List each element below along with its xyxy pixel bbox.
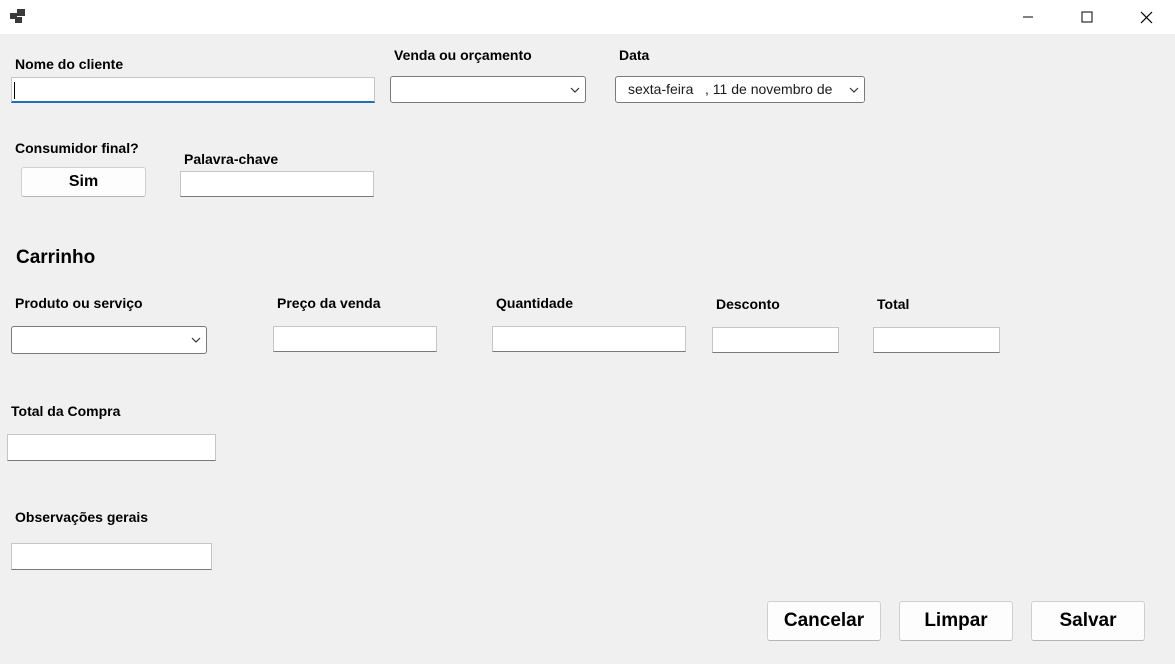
close-button[interactable]: [1117, 0, 1175, 34]
sale-type-select[interactable]: [390, 76, 586, 103]
chevron-down-icon: [191, 337, 201, 343]
save-button[interactable]: Salvar: [1031, 601, 1145, 641]
product-label: Produto ou serviço: [15, 295, 143, 311]
text-caret: [14, 82, 15, 99]
notes-input[interactable]: [11, 543, 212, 570]
final-consumer-toggle-button[interactable]: Sim: [21, 167, 146, 197]
purchase-total-label: Total da Compra: [11, 403, 121, 419]
date-picker[interactable]: sexta-feira , 11 de novembro de: [615, 76, 865, 103]
app-icon: [10, 9, 25, 23]
notes-label: Observações gerais: [15, 509, 149, 525]
date-label: Data: [619, 47, 650, 63]
cancel-button[interactable]: Cancelar: [767, 601, 881, 641]
sale-type-label: Venda ou orçamento: [394, 47, 532, 63]
customer-name-label: Nome do cliente: [15, 56, 124, 72]
chevron-down-icon: [570, 87, 580, 93]
discount-input[interactable]: [712, 327, 839, 353]
keyword-input[interactable]: [180, 171, 374, 197]
maximize-icon: [1081, 11, 1093, 23]
quantity-label: Quantidade: [496, 295, 574, 311]
date-value: sexta-feira , 11 de novembro de: [628, 81, 833, 97]
date-dropdown-area[interactable]: [842, 77, 864, 102]
minimize-icon: [1023, 16, 1033, 18]
minimize-button[interactable]: [999, 0, 1057, 34]
price-label: Preço da venda: [277, 295, 381, 311]
clear-button[interactable]: Limpar: [899, 601, 1013, 641]
price-input[interactable]: [273, 326, 437, 352]
chevron-down-icon: [849, 87, 859, 93]
customer-name-input[interactable]: [11, 77, 375, 103]
purchase-total-input[interactable]: [7, 434, 216, 461]
discount-label: Desconto: [716, 296, 780, 312]
cart-title: Carrinho: [16, 247, 96, 268]
quantity-input[interactable]: [492, 326, 686, 352]
title-bar: [0, 0, 1175, 34]
maximize-button[interactable]: [1058, 0, 1116, 34]
close-icon: [1140, 11, 1152, 23]
final-consumer-label: Consumidor final?: [15, 140, 139, 156]
total-label: Total: [877, 296, 910, 312]
total-input[interactable]: [873, 327, 1000, 353]
product-select[interactable]: [11, 326, 207, 354]
keyword-label: Palavra-chave: [184, 151, 279, 167]
